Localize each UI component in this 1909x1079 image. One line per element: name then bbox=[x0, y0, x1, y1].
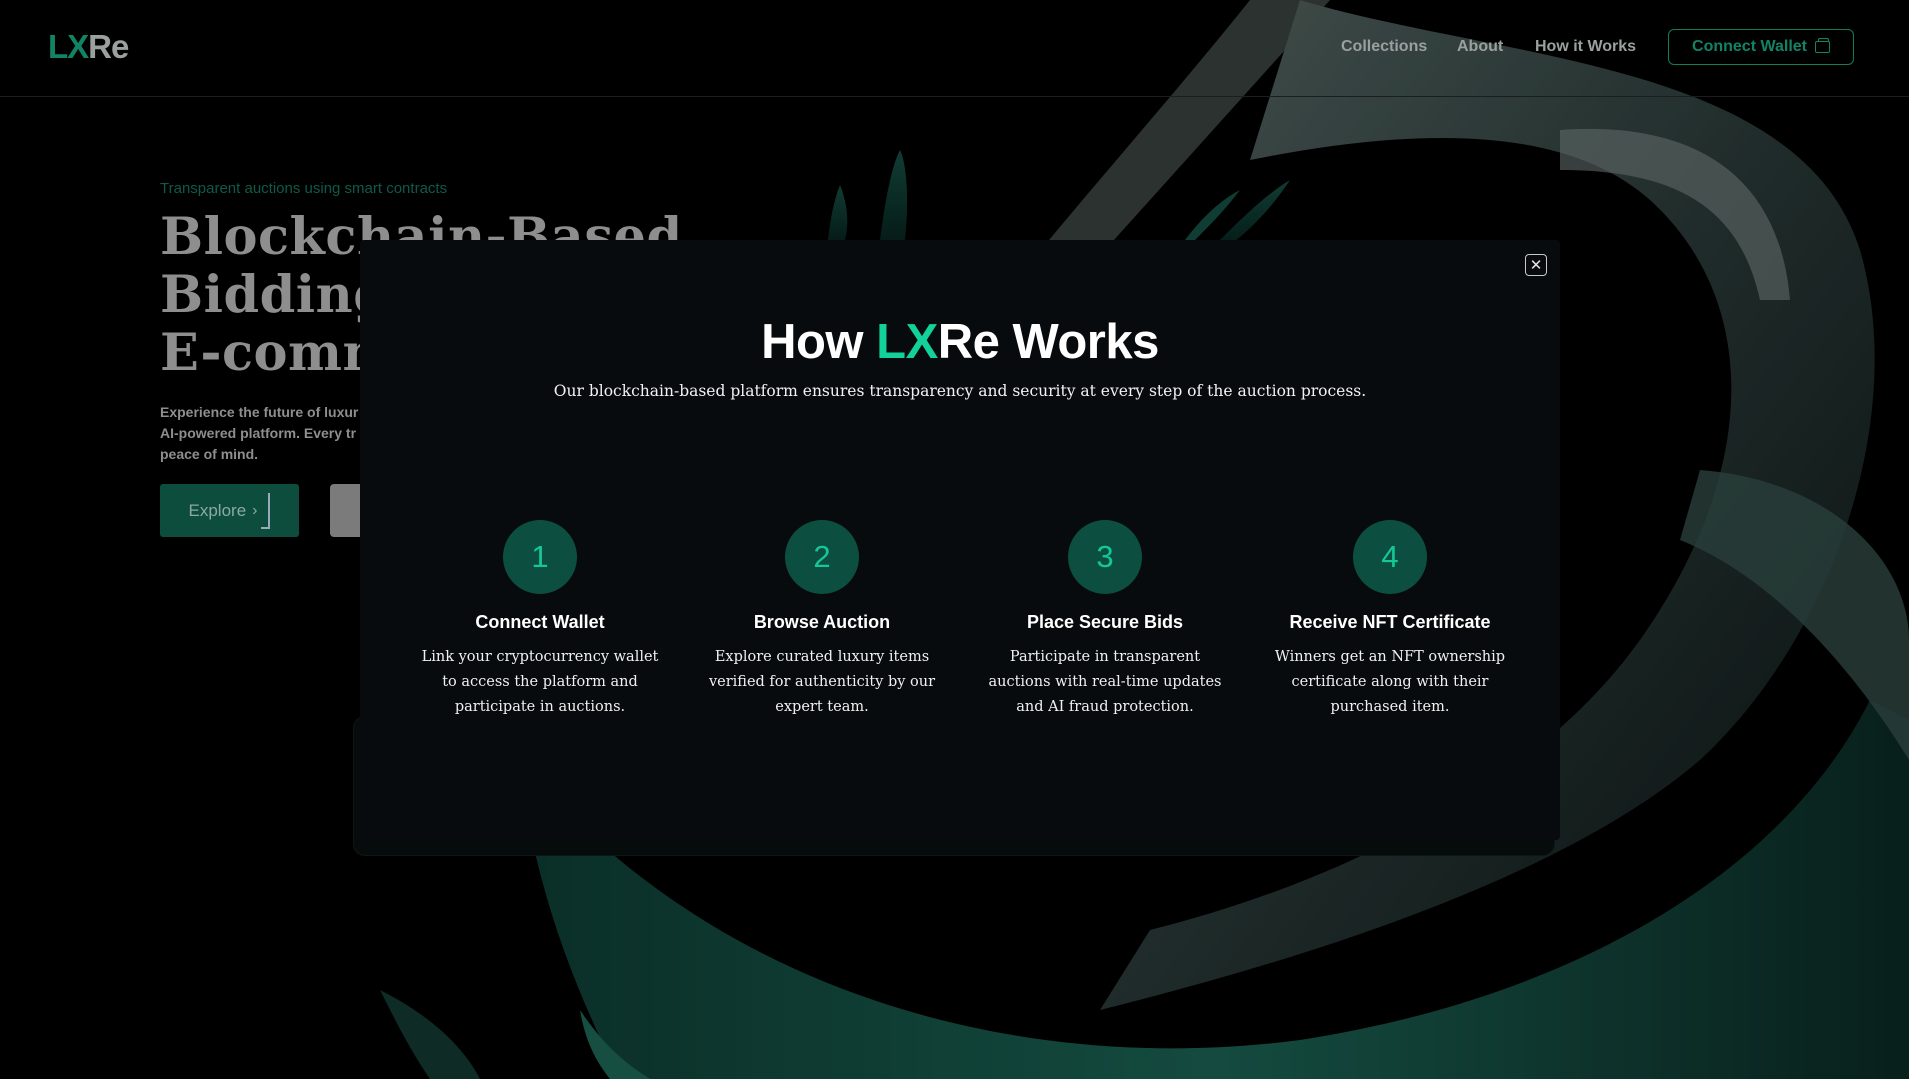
how-it-works-modal: ✕ How LXRe Works Our blockchain-based pl… bbox=[360, 240, 1560, 840]
nav-about[interactable]: About bbox=[1457, 38, 1503, 56]
site-header: LXRe Collections About How it Works Conn… bbox=[0, 0, 1909, 97]
step-number-badge: 3 bbox=[1068, 520, 1142, 594]
step-item: 1 Connect Wallet Link your cryptocurrenc… bbox=[415, 520, 665, 720]
connect-wallet-button[interactable]: Connect Wallet bbox=[1668, 29, 1854, 65]
step-description: Link your cryptocurrency wallet to acces… bbox=[421, 649, 659, 715]
modal-title-prefix: How bbox=[761, 315, 877, 369]
logo-lx: LX bbox=[48, 28, 89, 65]
step-description: Explore curated luxury items verified fo… bbox=[708, 649, 936, 715]
step-title: Place Secure Bids bbox=[1026, 612, 1184, 632]
step-item: 4 Receive NFT Certificate Winners get an… bbox=[1265, 520, 1515, 720]
explore-label: Explore bbox=[188, 500, 247, 520]
modal-title: How LXRe Works bbox=[360, 314, 1560, 370]
nav-collections[interactable]: Collections bbox=[1341, 38, 1427, 56]
chevron-right-icon: › bbox=[252, 501, 258, 519]
modal-subtitle: Our blockchain-based platform ensures tr… bbox=[553, 382, 1367, 400]
hero-tagline: Transparent auctions using smart contrac… bbox=[160, 180, 448, 197]
step-number-badge: 4 bbox=[1353, 520, 1427, 594]
step-number-badge: 2 bbox=[785, 520, 859, 594]
logo-re: Re bbox=[88, 28, 129, 65]
step-title: Connect Wallet bbox=[475, 612, 605, 632]
step-number-badge: 1 bbox=[503, 520, 577, 594]
explore-button[interactable]: Explore › bbox=[160, 484, 299, 537]
modal-title-accent: LX bbox=[876, 315, 938, 369]
nav-how-it-works[interactable]: How it Works bbox=[1535, 38, 1636, 56]
close-icon: ✕ bbox=[1529, 256, 1543, 274]
close-button[interactable]: ✕ bbox=[1525, 254, 1547, 276]
wallet-icon bbox=[1814, 38, 1830, 53]
step-title: Browse Auction bbox=[753, 612, 891, 632]
step-item: 3 Place Secure Bids Participate in trans… bbox=[980, 520, 1230, 720]
step-title: Receive NFT Certificate bbox=[1289, 612, 1491, 632]
modal-title-suffix: Re Works bbox=[937, 315, 1160, 369]
step-item: 2 Browse Auction Explore curated luxury … bbox=[697, 520, 947, 720]
connect-wallet-label: Connect Wallet bbox=[1692, 38, 1807, 55]
text-cursor-icon bbox=[261, 492, 271, 529]
logo[interactable]: LXRe bbox=[48, 28, 129, 66]
step-description: Participate in transparent auctions with… bbox=[988, 649, 1222, 715]
step-description: Winners get an NFT ownership certificate… bbox=[1274, 649, 1506, 715]
